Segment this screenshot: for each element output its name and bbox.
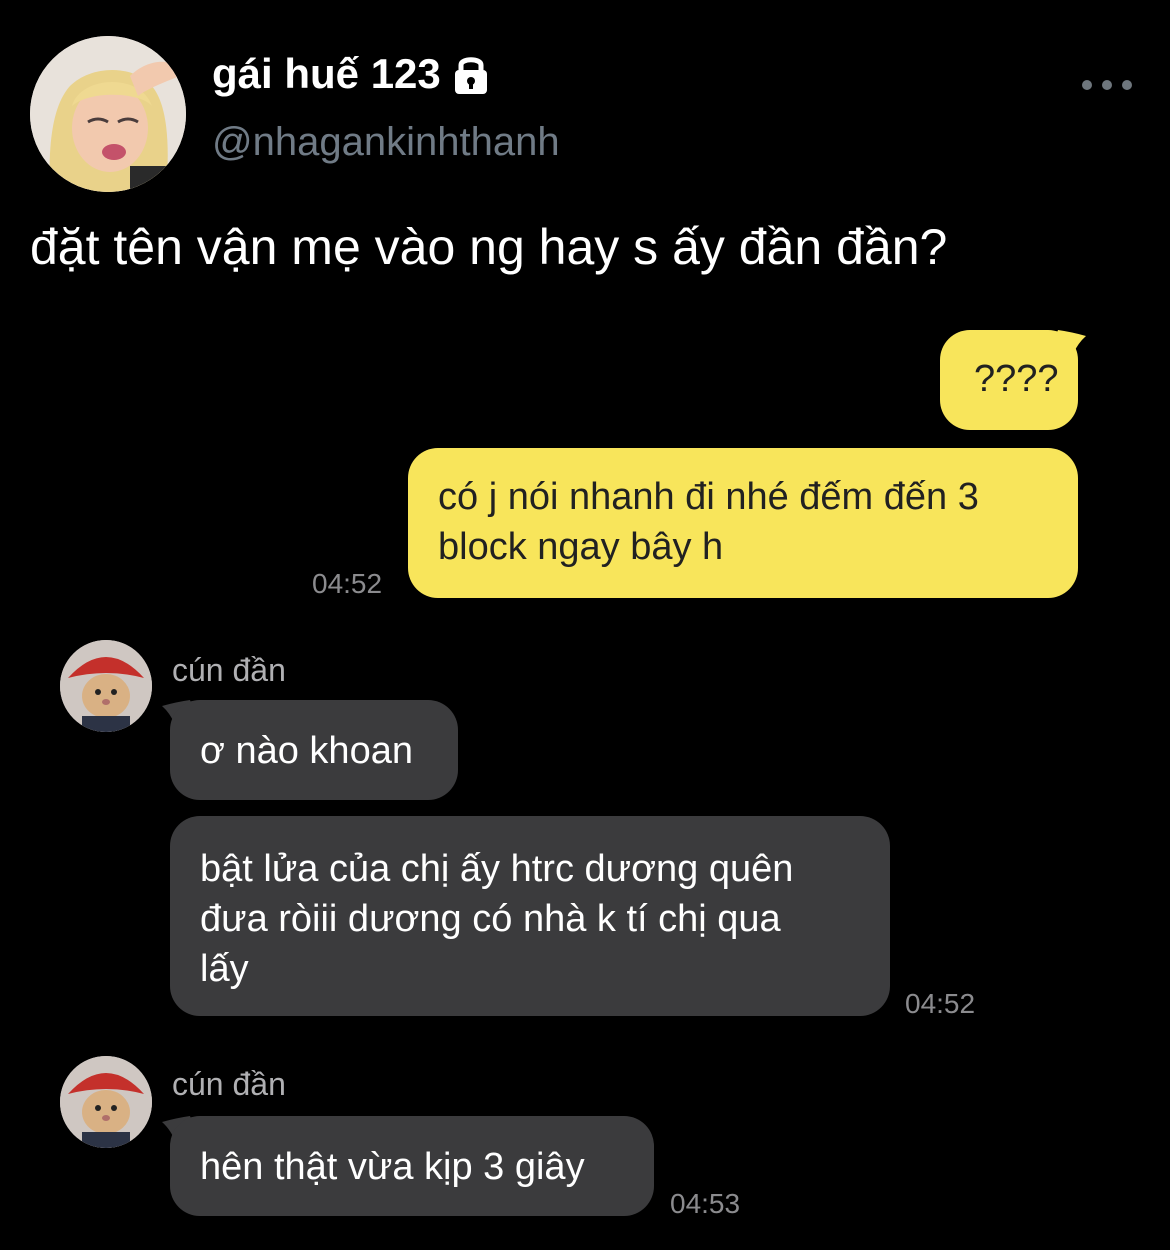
timestamp: 04:53	[670, 1188, 741, 1219]
message-line: bật lửa của chị ấy htrc dương quên	[200, 848, 794, 890]
message-bubble: bật lửa của chị ấy htrc dương quên đưa r…	[170, 816, 890, 1016]
message-bubble: hên thật vừa kịp 3 giây	[170, 1116, 654, 1216]
message-line: có j nói nhanh đi nhé đếm đến 3	[438, 476, 979, 518]
tweet-text: đặt tên vận mẹ vào ng hay s ấy đần đần?	[30, 219, 948, 275]
message-line: block ngay bây h	[438, 526, 724, 568]
cat-avatar-icon	[60, 640, 152, 732]
sender-avatar[interactable]	[60, 640, 152, 732]
timestamp: 04:52	[312, 568, 383, 599]
cartoon-girl-avatar-icon	[30, 36, 186, 192]
message-bubble: ????	[940, 330, 1078, 430]
sender-name: cún đần	[172, 1066, 286, 1102]
user-handle[interactable]: @nhagankinhthanh	[212, 120, 560, 165]
lock-icon	[451, 53, 491, 95]
avatar[interactable]	[30, 36, 186, 192]
message-line: đưa ròiii dương có nhà k tí chị qua	[200, 898, 781, 940]
sender-name: cún đần	[172, 652, 286, 688]
message-bubble: ơ nào khoan	[170, 700, 458, 800]
message-line: lấy	[200, 948, 249, 990]
display-name: gái huế 123	[212, 50, 441, 97]
cat-avatar-icon	[60, 1056, 152, 1148]
sender-avatar[interactable]	[60, 1056, 152, 1148]
display-name-row: gái huế 123	[212, 50, 491, 98]
message-bubble: có j nói nhanh đi nhé đếm đến 3 block ng…	[408, 448, 1078, 598]
timestamp: 04:52	[905, 988, 976, 1019]
more-options-icon[interactable]	[1082, 70, 1132, 100]
